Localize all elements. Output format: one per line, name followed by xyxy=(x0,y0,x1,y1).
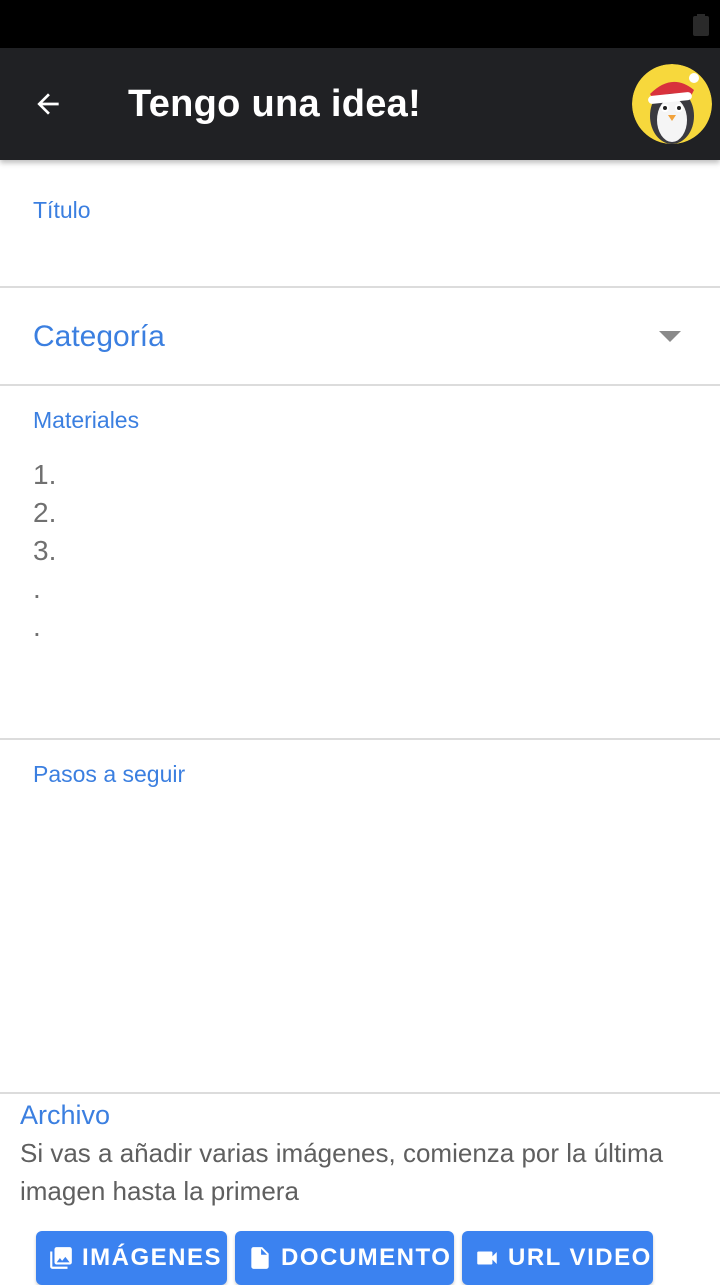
image-icon xyxy=(50,1247,72,1269)
url-video-button[interactable]: URL VIDEO xyxy=(462,1231,653,1285)
dropdown-arrow-icon xyxy=(659,331,681,342)
titulo-input[interactable] xyxy=(33,232,683,276)
titulo-label: Título xyxy=(33,197,91,223)
materiales-placeholder: 1. 2. 3. . . xyxy=(33,459,57,642)
imagenes-button[interactable]: IMÁGENES xyxy=(36,1231,227,1285)
status-bar xyxy=(0,0,720,48)
videocam-icon xyxy=(477,1251,497,1265)
titulo-field[interactable]: Título xyxy=(0,160,720,288)
archivo-title: Archivo xyxy=(20,1100,111,1130)
pasos-field[interactable]: Pasos a seguir xyxy=(0,740,720,1094)
imagenes-button-label: IMÁGENES xyxy=(82,1244,223,1271)
arrow-back-icon xyxy=(37,93,59,115)
page-title: Tengo una idea! xyxy=(128,83,422,125)
url-video-button-label: URL VIDEO xyxy=(508,1244,652,1271)
documento-button-label: DOCUMENTO xyxy=(281,1244,452,1271)
battery-icon xyxy=(693,14,709,36)
pasos-input[interactable] xyxy=(33,800,683,1080)
categoria-dropdown[interactable]: Categoría xyxy=(0,288,720,386)
back-button[interactable] xyxy=(20,76,76,132)
materiales-field[interactable]: Materiales 1. 2. 3. . . xyxy=(0,386,720,740)
pasos-label: Pasos a seguir xyxy=(33,761,186,787)
app-bar: Tengo una idea! xyxy=(0,48,720,160)
documento-button[interactable]: DOCUMENTO xyxy=(235,1231,454,1285)
materiales-label: Materiales xyxy=(33,407,140,433)
archivo-hint: Si vas a añadir varias imágenes, comienz… xyxy=(20,1138,664,1206)
categoria-label: Categoría xyxy=(33,320,165,353)
penguin-avatar-icon xyxy=(632,64,712,144)
document-icon xyxy=(251,1247,269,1269)
avatar[interactable] xyxy=(632,64,712,144)
